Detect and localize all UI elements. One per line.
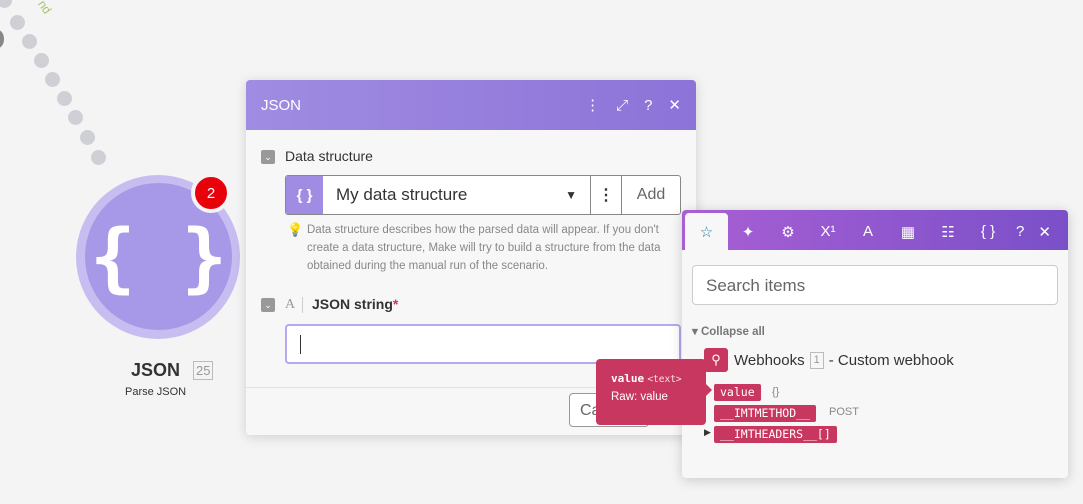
tab-calendar-icon[interactable]: ▦ xyxy=(888,213,928,250)
webhook-icon: ⚲ xyxy=(704,348,728,372)
module-name: Webhooks xyxy=(734,351,805,369)
module-subtitle: Parse JSON xyxy=(125,386,187,398)
item-tooltip: value <text> Raw: value xyxy=(596,359,712,425)
data-structure-help: Data structure describes how the parsed … xyxy=(307,224,661,272)
dialog-header: JSON ⋮ ⤢ ? ✕ xyxy=(246,80,696,130)
route-label: nd xyxy=(35,0,55,17)
more-icon[interactable]: ⋮ xyxy=(585,96,600,114)
lightbulb-icon: 💡 xyxy=(287,222,304,237)
module-title: JSON xyxy=(131,360,181,380)
close-icon[interactable]: ✕ xyxy=(668,96,681,114)
tooltip-type: <text> xyxy=(647,374,682,385)
json-string-label-text: JSON string xyxy=(312,296,393,312)
expand-icon[interactable]: ⤢ xyxy=(616,97,628,114)
data-structure-select-group: { } My data structure ▼ ⋮ Add xyxy=(285,175,681,215)
data-structure-menu-button[interactable]: ⋮ xyxy=(591,176,622,214)
item-pill-imtmethod[interactable]: __IMTMETHOD__ xyxy=(714,405,817,422)
error-badge: 2 xyxy=(191,173,231,213)
tab-settings-gear-icon[interactable]: ⚙ xyxy=(768,213,808,250)
dialog-title: JSON xyxy=(261,96,302,114)
text-type-icon: A xyxy=(285,297,296,312)
tab-braces-icon[interactable]: { } xyxy=(968,213,1008,250)
search-items-input[interactable]: Search items xyxy=(692,265,1058,305)
add-data-structure-button[interactable]: Add xyxy=(622,176,680,214)
tab-table-icon[interactable]: ☷ xyxy=(928,213,968,250)
required-mark: * xyxy=(392,296,399,312)
module-id: 25 xyxy=(193,361,214,380)
tooltip-name: value xyxy=(611,372,645,385)
data-structure-value: My data structure xyxy=(336,185,468,204)
tab-math-superscript-icon[interactable]: X¹ xyxy=(808,213,848,250)
expand-arrow-icon[interactable]: ▶ xyxy=(704,427,711,438)
collapse-all-label: Collapse all xyxy=(700,326,765,338)
help-icon[interactable]: ? xyxy=(644,97,652,114)
text-caret xyxy=(300,335,301,354)
data-structure-label: Data structure xyxy=(285,148,373,164)
module-suffix: - Custom webhook xyxy=(828,351,954,369)
json-string-input[interactable] xyxy=(285,324,681,364)
data-structure-select[interactable]: My data structure ▼ xyxy=(323,176,591,214)
item-pill-value[interactable]: value xyxy=(714,384,761,401)
braces-icon: { } xyxy=(286,176,323,214)
module-count: 1 xyxy=(809,351,824,369)
tab-ai-sparkle-icon[interactable]: ✦ xyxy=(728,213,768,250)
json-string-label: JSON string* xyxy=(312,296,398,312)
close-icon[interactable]: ✕ xyxy=(1038,213,1051,250)
tab-favorites-star-icon[interactable]: ☆ xyxy=(685,213,728,250)
help-icon[interactable]: ? xyxy=(1016,213,1024,250)
collapse-all-button[interactable]: ▾ Collapse all xyxy=(692,324,765,338)
tooltip-raw: Raw: value xyxy=(611,391,668,403)
item-type: {} xyxy=(772,386,780,398)
mapping-panel-tabs: ☆ ✦ ⚙ X¹ A ▦ ☷ { } ? ✕ xyxy=(682,210,1068,250)
collapse-json-string-toggle[interactable]: ⌄ xyxy=(261,298,275,312)
item-pill-imtheaders[interactable]: __IMTHEADERS__[] xyxy=(714,426,837,443)
mapping-panel: ☆ ✦ ⚙ X¹ A ▦ ☷ { } ? ✕ Search items ▾ Co… xyxy=(682,210,1068,478)
item-value: POST xyxy=(829,406,859,418)
tab-text-icon[interactable]: A xyxy=(848,213,888,250)
webhooks-module-header[interactable]: ⚲ Webhooks 1 - Custom webhook xyxy=(704,348,954,372)
collapse-data-structure-toggle[interactable]: ⌄ xyxy=(261,150,275,164)
divider xyxy=(302,297,303,313)
caret-down-icon: ▼ xyxy=(565,188,577,202)
braces-icon: { } xyxy=(89,212,228,301)
